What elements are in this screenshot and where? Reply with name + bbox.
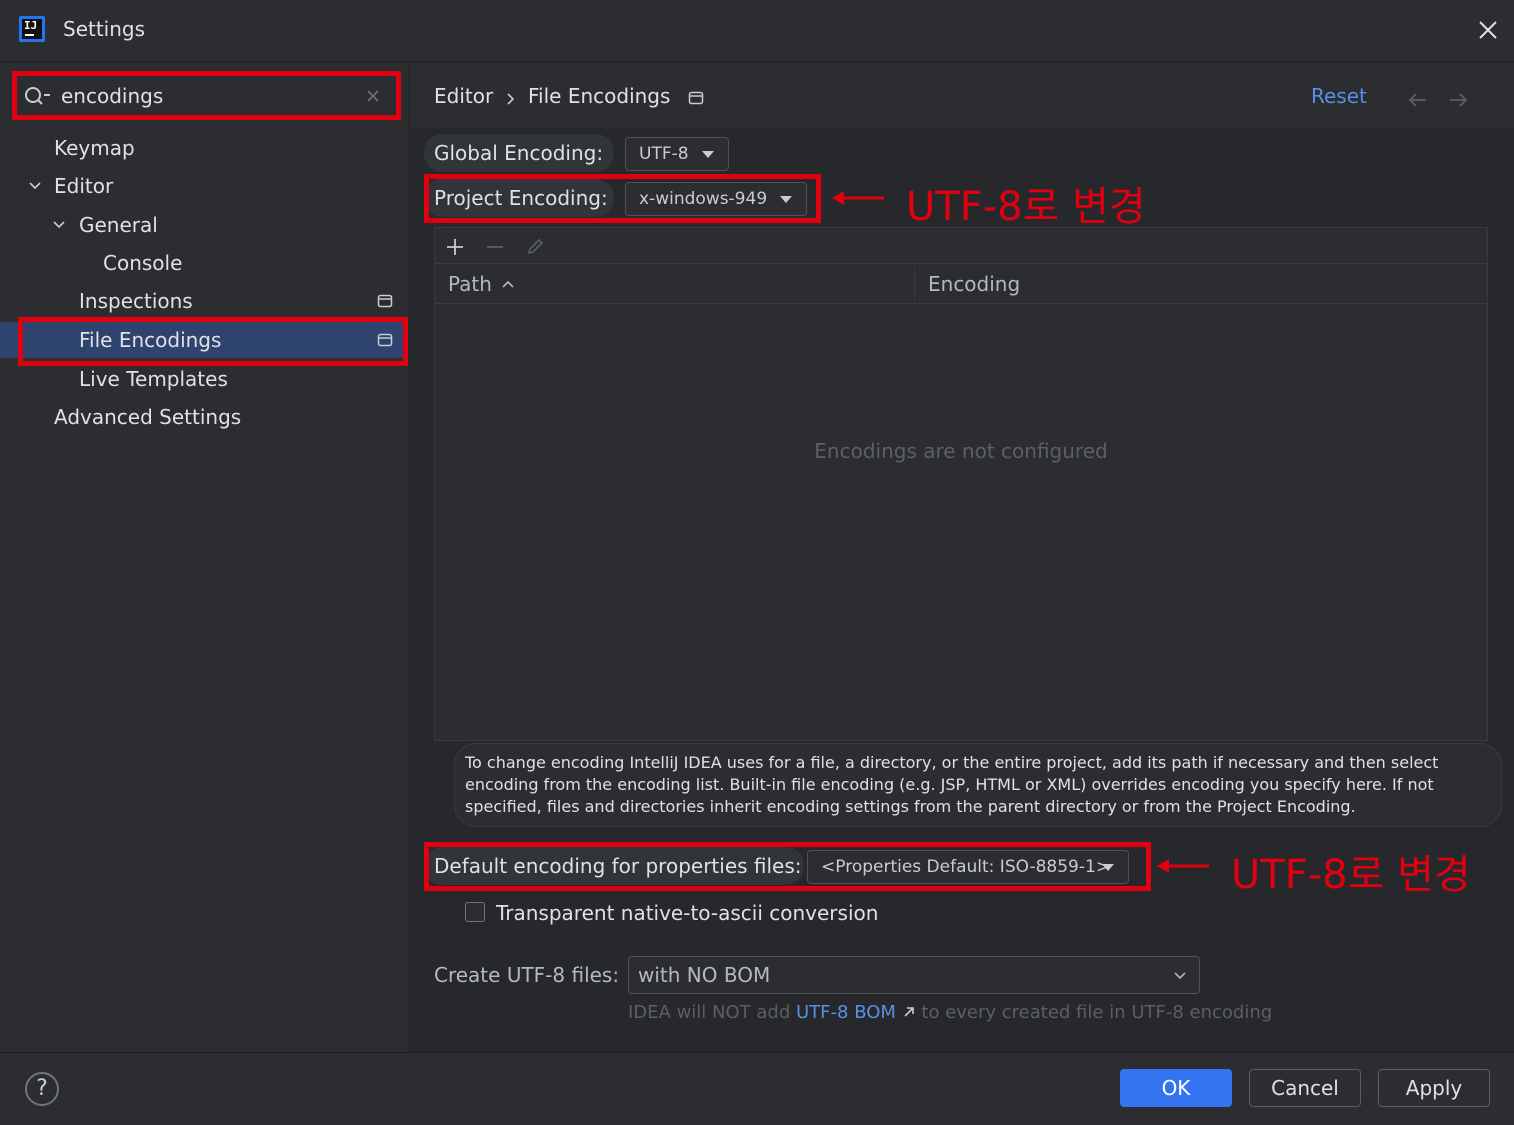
settings-sidebar: Keymap Editor General Console Inspection… — [0, 62, 410, 1052]
global-encoding-value: UTF-8 — [639, 144, 689, 164]
properties-encoding-value: <Properties Default: ISO-8859-1> — [821, 857, 1111, 877]
create-utf8-select[interactable]: with NO BOM — [628, 956, 1200, 994]
column-header-label: Encoding — [928, 272, 1021, 296]
transparent-conversion-label[interactable]: Transparent native-to-ascii conversion — [496, 901, 878, 925]
sidebar-item-label: Console — [103, 251, 183, 275]
reset-link[interactable]: Reset — [1311, 84, 1367, 108]
global-encoding-select[interactable]: UTF-8 — [625, 137, 729, 171]
chevron-right-icon — [507, 93, 515, 105]
empty-table-text: Encodings are not configured — [814, 439, 1108, 463]
encodings-table: Path Encoding Encodings are not configur… — [434, 227, 1488, 741]
global-encoding-label: Global Encoding: — [434, 141, 604, 165]
clear-search-icon[interactable] — [365, 88, 381, 104]
back-arrow-icon[interactable] — [1406, 90, 1430, 110]
column-header-encoding[interactable]: Encoding — [915, 264, 1487, 304]
sidebar-item-console[interactable]: Console — [103, 245, 182, 281]
add-icon[interactable] — [445, 237, 465, 257]
create-utf8-value: with NO BOM — [638, 963, 771, 987]
utf8-bom-link[interactable]: UTF-8 BOM — [796, 1002, 896, 1023]
project-level-icon — [688, 91, 704, 105]
project-encoding-value: x-windows-949 — [639, 189, 768, 209]
sidebar-item-editor[interactable]: Editor — [24, 168, 404, 204]
info-note: To change encoding IntelliJ IDEA uses fo… — [454, 743, 1502, 827]
table-header: Path Encoding — [435, 264, 1487, 304]
sidebar-item-keymap[interactable]: Keymap — [54, 130, 135, 166]
sidebar-item-general[interactable]: General — [50, 207, 404, 243]
dialog-button-bar: ? OK Cancel Apply — [0, 1052, 1514, 1125]
column-header-label: Path — [448, 272, 492, 296]
help-button[interactable]: ? — [25, 1072, 59, 1106]
ok-button[interactable]: OK — [1120, 1069, 1232, 1107]
project-encoding-label: Project Encoding: — [434, 186, 608, 210]
search-input[interactable] — [61, 81, 351, 111]
bom-hint-suffix: to every created file in UTF-8 encoding — [921, 1002, 1273, 1023]
project-encoding-select[interactable]: x-windows-949 — [625, 182, 807, 216]
properties-encoding-annotation: UTF-8로 변경 — [1231, 852, 1471, 898]
sidebar-item-live-templates[interactable]: Live Templates — [79, 361, 228, 397]
annotation-arrow-icon — [832, 191, 884, 205]
breadcrumb-file-encodings: File Encodings — [528, 84, 671, 108]
properties-encoding-label: Default encoding for properties files: — [434, 854, 802, 878]
properties-encoding-select[interactable]: <Properties Default: ISO-8859-1> — [807, 850, 1129, 884]
sort-ascending-icon — [502, 280, 514, 288]
sidebar-item-file-encodings[interactable]: File Encodings — [0, 322, 408, 358]
forward-arrow-icon[interactable] — [1446, 90, 1470, 110]
project-level-icon — [377, 294, 393, 308]
sidebar-item-label: Live Templates — [79, 367, 228, 391]
annotation-arrow-icon — [1157, 859, 1209, 873]
apply-button[interactable]: Apply — [1378, 1069, 1490, 1107]
project-level-icon — [377, 333, 393, 347]
external-link-icon — [904, 1007, 914, 1017]
sidebar-item-advanced-settings[interactable]: Advanced Settings — [54, 399, 241, 435]
bom-hint-prefix: IDEA will NOT add — [628, 1002, 791, 1023]
bom-hint: IDEA will NOT add UTF-8 BOM to every cre… — [628, 1002, 1272, 1023]
sidebar-item-label: Advanced Settings — [54, 405, 242, 429]
chevron-down-icon[interactable] — [52, 218, 66, 232]
sidebar-item-label: Inspections — [79, 289, 193, 313]
intellij-logo-icon: IJ — [19, 16, 45, 42]
chevron-down-icon[interactable] — [28, 179, 42, 193]
title-bar: IJ Settings — [0, 0, 1514, 62]
chevron-down-icon — [1174, 972, 1186, 980]
remove-icon[interactable] — [485, 237, 505, 257]
search-icon — [25, 87, 50, 105]
project-encoding-annotation: UTF-8로 변경 — [906, 184, 1146, 230]
edit-icon[interactable] — [525, 237, 545, 257]
transparent-conversion-checkbox[interactable] — [465, 902, 485, 922]
sidebar-item-label: Keymap — [54, 136, 135, 160]
close-icon[interactable] — [1474, 16, 1502, 44]
sidebar-item-label: File Encodings — [79, 328, 222, 352]
window-title: Settings — [63, 17, 146, 41]
sidebar-item-inspections[interactable]: Inspections — [0, 283, 408, 319]
create-utf8-label: Create UTF-8 files: — [434, 963, 620, 987]
sidebar-item-label: Editor — [54, 174, 114, 198]
sidebar-item-label: General — [79, 213, 158, 237]
cancel-button[interactable]: Cancel — [1249, 1069, 1361, 1107]
column-header-path[interactable]: Path — [435, 264, 915, 304]
search-field[interactable] — [14, 74, 398, 118]
table-toolbar — [435, 228, 1487, 264]
breadcrumb-editor: Editor — [434, 84, 494, 108]
